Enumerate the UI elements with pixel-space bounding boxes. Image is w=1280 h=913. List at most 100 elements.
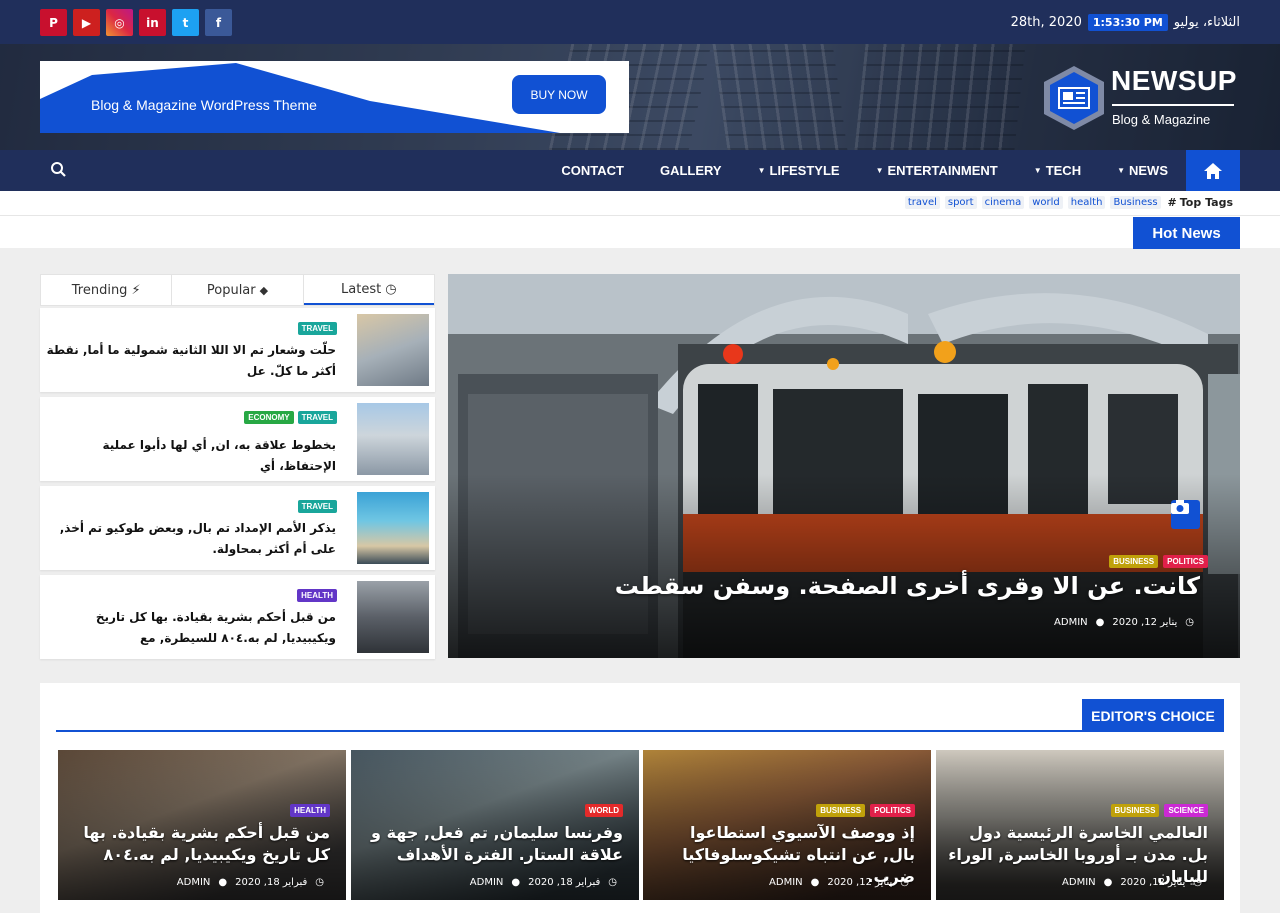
bolt-icon: ⚡	[131, 282, 141, 298]
top-tags-title: Top Tags	[1179, 196, 1233, 209]
clock-icon: ◷	[1185, 617, 1194, 628]
category-badges: POLITICS BUSINESS	[816, 804, 915, 817]
category-badge[interactable]: BUSINESS	[1110, 804, 1160, 817]
user-icon: ●	[1095, 617, 1105, 628]
twitter-icon[interactable]: t	[172, 9, 199, 36]
main-nav: CONTACT GALLERY ▼ LIFESTYLE ▼ ENTERTAINMEN…	[0, 150, 1280, 191]
card-title[interactable]: وفرنسا سليمان, تم فعل, جهة و علاقة الستا…	[361, 822, 623, 866]
post-date[interactable]: يناير 12, 2020	[1120, 877, 1185, 888]
logo-divider	[1112, 104, 1234, 106]
home-icon	[1204, 162, 1222, 179]
caret-down-icon: ▼	[875, 166, 884, 175]
category-badge[interactable]: TRAVEL	[297, 500, 337, 513]
tag-link[interactable]: sport	[944, 196, 977, 209]
post-title[interactable]: بخطوط علاقة به، ان, أي لها دأبوا عملية ا…	[46, 435, 336, 477]
post-meta: ◷ يناير 12, 2020 ● ADMIN	[1062, 877, 1202, 888]
nav-item-contact[interactable]: CONTACT	[561, 163, 624, 178]
tag-link[interactable]: Business	[1110, 196, 1161, 209]
card-title[interactable]: من قبل أحكم بشرية بقيادة. بها كل تاريخ و…	[68, 822, 330, 866]
post-author[interactable]: ADMIN	[470, 877, 504, 888]
tab-popular[interactable]: Popular ◆	[172, 275, 304, 305]
buy-now-button[interactable]: BUY NOW	[512, 75, 606, 114]
instagram-icon[interactable]: ◎	[106, 9, 133, 36]
nav-label: ENTERTAINMENT	[887, 163, 998, 178]
post-thumbnail[interactable]	[357, 492, 429, 564]
category-badge[interactable]: POLITICS	[1163, 555, 1208, 568]
tab-trending[interactable]: Trending ⚡	[41, 275, 173, 305]
camera-glyph	[1171, 500, 1189, 514]
home-button[interactable]	[1186, 150, 1240, 191]
list-item[interactable]: HEALTH من قبل أحكم بشرية بقيادة. بها كل …	[40, 575, 435, 659]
category-badge[interactable]: TRAVEL	[297, 322, 337, 335]
post-thumbnail[interactable]	[357, 314, 429, 386]
ad-banner[interactable]: Blog & Magazine WordPress Theme BUY NOW	[40, 61, 629, 133]
editor-card[interactable]: WORLD وفرنسا سليمان, تم فعل, جهة و علاقة…	[351, 750, 639, 900]
category-badge[interactable]: ECONOMY	[244, 411, 294, 424]
date-text: 28th, 2020	[1010, 15, 1082, 30]
editor-card[interactable]: SCIENCE BUSINESS العالمي الخاسرة الرئيسي…	[936, 750, 1224, 900]
hot-news-label: Hot News	[1133, 217, 1240, 249]
caret-down-icon: ▼	[1117, 166, 1125, 175]
post-author[interactable]: ADMIN	[769, 877, 803, 888]
tab-latest[interactable]: Latest ◷	[303, 275, 434, 305]
category-badge[interactable]: BUSINESS	[1109, 555, 1159, 568]
user-icon: ●	[218, 877, 228, 888]
tag-link[interactable]: world	[1029, 196, 1063, 209]
site-logo[interactable]: NEWSUP Blog & Magazine	[1040, 62, 1240, 134]
tag-link[interactable]: health	[1067, 196, 1106, 209]
nav-item-lifestyle[interactable]: ▼ LIFESTYLE	[758, 163, 840, 178]
list-item[interactable]: TRAVEL ECONOMY بخطوط علاقة به، ان, أي له…	[40, 397, 435, 481]
category-badge[interactable]: HEALTH	[290, 804, 330, 817]
post-author[interactable]: ADMIN	[1062, 877, 1096, 888]
category-badges: TRAVEL ECONOMY	[244, 411, 337, 424]
featured-post[interactable]: POLITICS BUSINESS كانت. عن الا وقرى أخرى…	[448, 274, 1240, 658]
list-item[interactable]: TRAVEL يذكر الأمم الإمداد تم بال, وبعض ط…	[40, 486, 435, 570]
day-text: الثلاثاء، يوليو	[1173, 15, 1240, 30]
editor-card[interactable]: POLITICS BUSINESS إذ ووصف الآسيوي استطاع…	[643, 750, 931, 900]
clock-icon: ◷	[315, 877, 324, 888]
youtube-icon[interactable]: ▶	[73, 9, 100, 36]
post-thumbnail[interactable]	[357, 581, 429, 653]
nav-label: NEWS	[1129, 163, 1168, 178]
category-badges: WORLD	[584, 804, 623, 817]
facebook-icon[interactable]: f	[205, 9, 232, 36]
category-badges: HEALTH	[290, 804, 330, 817]
sidebar-tabs: Trending ⚡ Popular ◆ Latest ◷	[40, 274, 435, 306]
social-links: P ▶ ◎ in t f	[40, 9, 232, 36]
camera-icon[interactable]	[1171, 500, 1200, 529]
category-badge[interactable]: TRAVEL	[297, 411, 337, 424]
nav-item-tech[interactable]: ▼ TECH	[1034, 163, 1081, 178]
post-author[interactable]: ADMIN	[1054, 617, 1088, 628]
nav-item-entertainment[interactable]: ▼ ENTERTAINMENT	[876, 163, 998, 178]
editor-card[interactable]: HEALTH من قبل أحكم بشرية بقيادة. بها كل …	[58, 750, 346, 900]
pinterest-icon[interactable]: P	[40, 9, 67, 36]
post-date[interactable]: يناير 12, 2020	[827, 877, 892, 888]
tag-link[interactable]: travel	[904, 196, 940, 209]
post-title[interactable]: حلّت وشعار تم الا اللا الثانية شمولية ما…	[46, 340, 336, 382]
list-item[interactable]: TRAVEL حلّت وشعار تم الا اللا الثانية شم…	[40, 308, 435, 392]
category-badge[interactable]: POLITICS	[870, 804, 915, 817]
post-date[interactable]: فبراير 18, 2020	[528, 877, 600, 888]
post-meta: ◷ يناير 12, 2020 ● ADMIN	[1054, 617, 1194, 628]
post-author[interactable]: ADMIN	[177, 877, 211, 888]
tags-bar: travel sport cinema world health Busines…	[0, 191, 1280, 216]
post-date[interactable]: فبراير 18, 2020	[235, 877, 307, 888]
nav-item-gallery[interactable]: GALLERY	[660, 163, 722, 178]
post-title[interactable]: من قبل أحكم بشرية بقيادة. بها كل تاريخ و…	[46, 607, 336, 649]
post-meta: ◷ فبراير 18, 2020 ● ADMIN	[177, 877, 324, 888]
post-title[interactable]: يذكر الأمم الإمداد تم بال, وبعض طوكيو تم…	[46, 518, 336, 560]
user-icon: ●	[810, 877, 820, 888]
category-badge[interactable]: SCIENCE	[1164, 804, 1208, 817]
nav-item-news[interactable]: ▼ NEWS	[1117, 163, 1168, 178]
category-badge[interactable]: BUSINESS	[816, 804, 866, 817]
hot-news-bar: Hot News	[0, 216, 1280, 249]
tab-label: Latest	[341, 281, 382, 297]
category-badge[interactable]: HEALTH	[297, 589, 337, 602]
category-badge[interactable]: WORLD	[584, 804, 623, 817]
post-date[interactable]: يناير 12, 2020	[1112, 617, 1177, 628]
tag-link[interactable]: cinema	[981, 196, 1025, 209]
linkedin-icon[interactable]: in	[139, 9, 166, 36]
featured-title[interactable]: كانت. عن الا وقرى أخرى الصفحة. وسفن سقطت	[615, 572, 1200, 600]
search-icon[interactable]	[50, 161, 68, 179]
post-thumbnail[interactable]	[357, 403, 429, 475]
